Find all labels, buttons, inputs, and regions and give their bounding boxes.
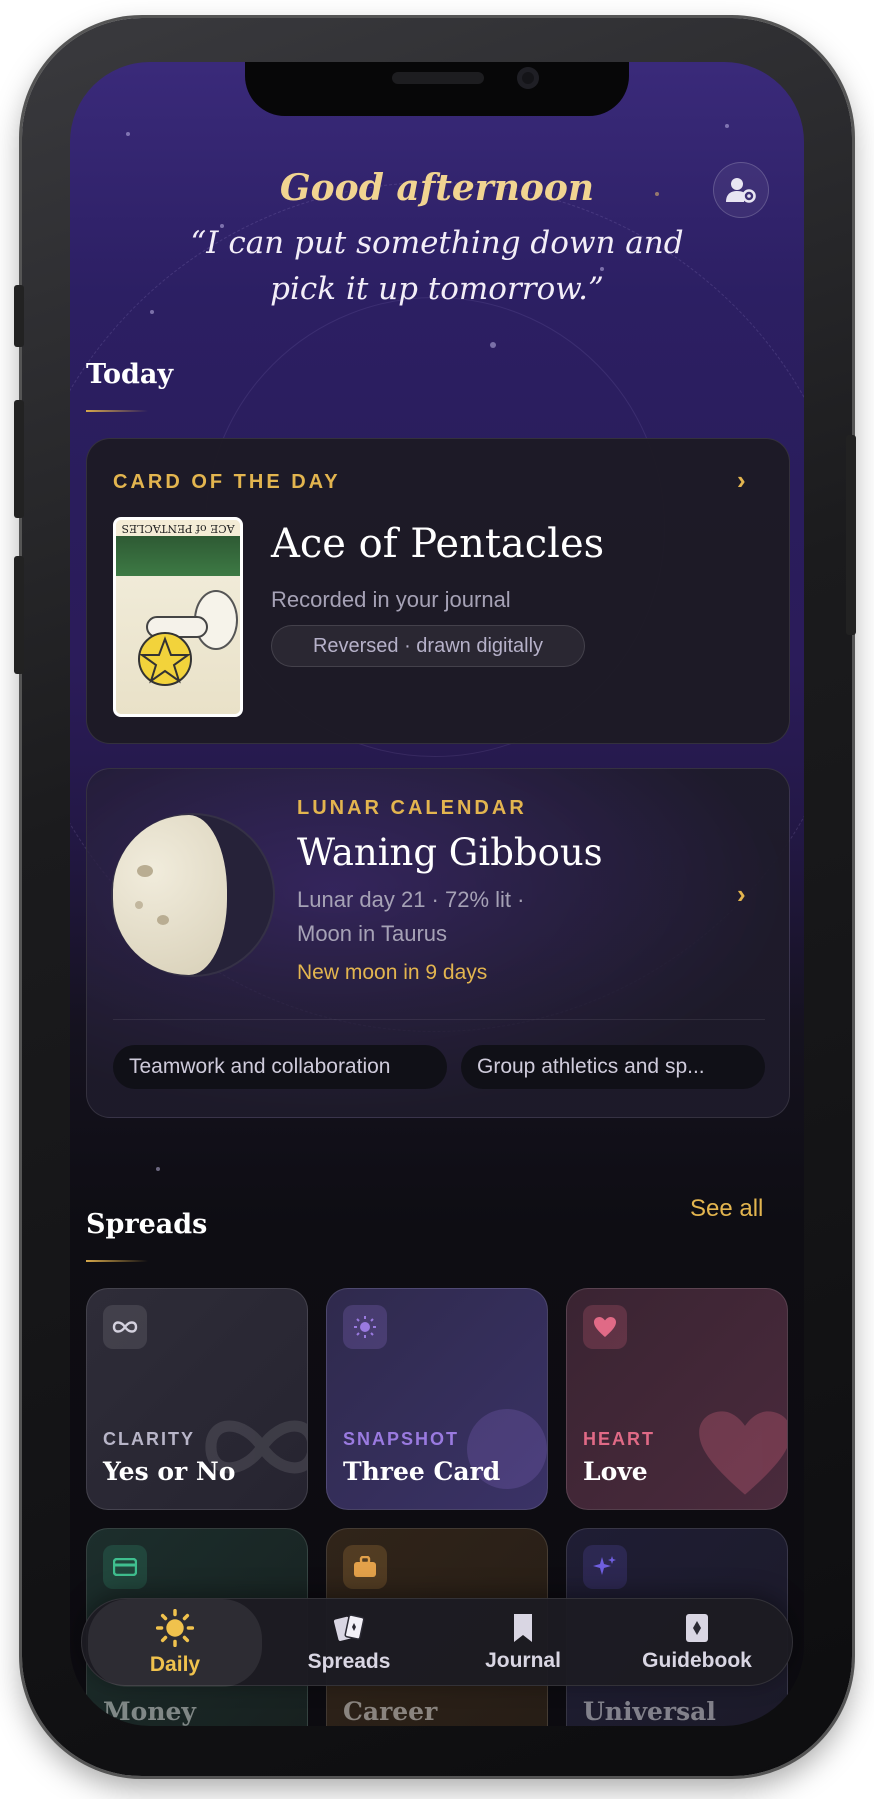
spread-name: Universal — [583, 1697, 716, 1726]
tab-daily[interactable]: Daily — [88, 1599, 262, 1687]
spread-tile-love[interactable]: HEART Love — [566, 1288, 788, 1510]
lunar-divider — [113, 1019, 765, 1020]
infinity-icon — [103, 1305, 147, 1349]
moon-phase-image — [111, 813, 275, 977]
spread-name: Money — [103, 1697, 196, 1726]
next-new-moon: New moon in 9 days — [297, 961, 488, 984]
spread-kicker: HEART — [583, 1429, 655, 1449]
tab-guidebook[interactable]: Guidebook — [610, 1599, 784, 1687]
tarot-card-image: ACE of PENTACLES — [113, 517, 243, 717]
lunar-detail-line1: Lunar day 21 · 72% lit · — [297, 887, 525, 912]
chevron-right-icon[interactable]: › — [737, 465, 746, 496]
moon-crater — [137, 865, 153, 877]
spreads-heading: Spreads — [86, 1209, 208, 1240]
today-heading: Today — [86, 359, 174, 390]
card-name: Ace of Pentacles — [271, 521, 605, 567]
tab-label: Journal — [485, 1649, 561, 1672]
spreads-underline — [86, 1260, 148, 1262]
daily-quote: “I can put something down and pick it up… — [190, 225, 684, 307]
see-all-link[interactable]: See all — [690, 1195, 763, 1223]
user-gear-icon — [726, 178, 756, 203]
lunar-tag[interactable]: Group athletics and sp... — [461, 1045, 765, 1089]
volume-up-button — [14, 400, 24, 518]
tarot-foliage — [116, 536, 240, 576]
card-of-day-eyebrow: CARD OF THE DAY — [113, 471, 341, 493]
moon-crater — [135, 901, 143, 909]
notch — [245, 62, 629, 116]
chevron-right-icon[interactable]: › — [737, 879, 746, 910]
tab-journal[interactable]: Journal — [436, 1599, 610, 1687]
pentacle-icon — [138, 632, 192, 686]
spread-name: Career — [343, 1697, 438, 1726]
volume-down-button — [14, 556, 24, 674]
profile-settings-button[interactable] — [713, 162, 769, 218]
lunar-detail-line2: Moon in Taurus — [297, 921, 448, 946]
spread-tile-three-card[interactable]: SNAPSHOT Three Card — [326, 1288, 548, 1510]
briefcase-icon — [343, 1545, 387, 1589]
star-decoration — [725, 124, 729, 128]
spread-name: Yes or No — [103, 1457, 236, 1486]
bookmark-icon — [514, 1614, 532, 1642]
spread-tile-yes-or-no[interactable]: CLARITY Yes or No — [86, 1288, 308, 1510]
today-underline — [86, 410, 148, 412]
star-decoration — [126, 132, 130, 136]
star-decoration — [150, 310, 154, 314]
sun-icon — [156, 1609, 194, 1647]
card-of-the-day[interactable]: CARD OF THE DAY › ACE of PENTACLES Ace o… — [86, 438, 790, 744]
tarot-card-label: ACE of PENTACLES — [116, 520, 240, 536]
app-screen: Good afternoon “I can put something down… — [70, 62, 804, 1726]
tab-label: Daily — [149, 1653, 201, 1676]
diamond-card-icon — [686, 1614, 708, 1642]
spread-name: Three Card — [343, 1457, 501, 1486]
front-camera — [517, 67, 539, 89]
spread-kicker: SNAPSHOT — [343, 1429, 460, 1449]
sparkles-icon — [583, 1545, 627, 1589]
bottom-tab-bar: Daily Spreads Journal Guidebook — [81, 1598, 793, 1687]
tab-label: Spreads — [307, 1650, 391, 1673]
star-decoration — [156, 1167, 160, 1171]
lunar-tag[interactable]: Teamwork and collaboration — [113, 1045, 447, 1089]
card-icon — [103, 1545, 147, 1589]
spread-kicker: CLARITY — [103, 1429, 195, 1449]
speaker — [392, 72, 484, 84]
moon-lit-surface — [113, 815, 227, 975]
lunar-eyebrow: LUNAR CALENDAR — [297, 797, 527, 819]
sun-icon — [343, 1305, 387, 1349]
cards-icon — [333, 1614, 365, 1641]
silent-switch — [14, 285, 24, 347]
moon-crater — [157, 915, 169, 925]
power-button — [846, 435, 856, 635]
lunar-calendar-card[interactable]: LUNAR CALENDAR Waning Gibbous Lunar day … — [86, 768, 790, 1118]
card-badge: Reversed · drawn digitally — [271, 625, 585, 667]
moon-phase-name: Waning Gibbous — [297, 831, 603, 874]
heart-watermark — [699, 1411, 787, 1495]
greeting-title: Good afternoon — [279, 167, 595, 209]
card-status: Recorded in your journal — [271, 587, 511, 612]
heart-icon — [583, 1305, 627, 1349]
tab-spreads[interactable]: Spreads — [262, 1599, 436, 1687]
spread-name: Love — [583, 1457, 648, 1486]
tab-label: Guidebook — [642, 1649, 752, 1672]
star-decoration — [490, 342, 496, 348]
